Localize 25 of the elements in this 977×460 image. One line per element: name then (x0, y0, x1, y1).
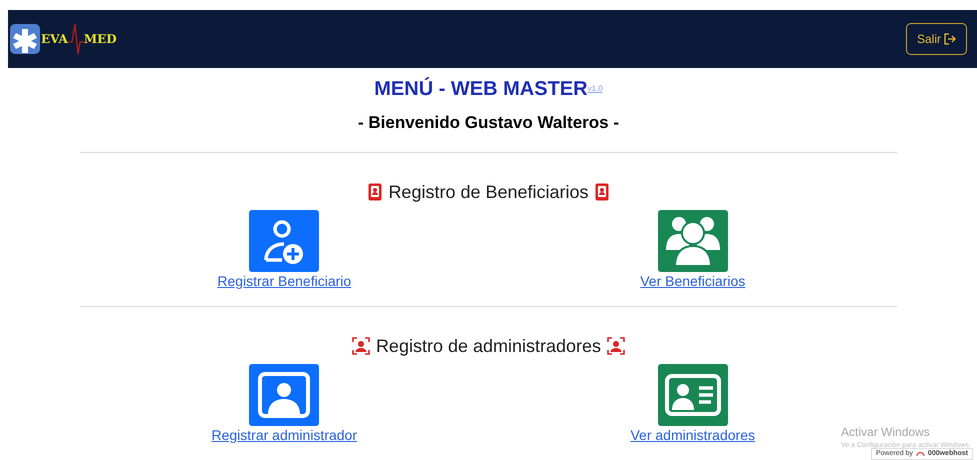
logout-button[interactable]: Salir (906, 23, 967, 55)
action-link[interactable]: Ver Beneficiarios (640, 272, 746, 290)
logout-icon (944, 33, 956, 45)
id-card-icon[interactable] (658, 364, 728, 426)
logo-text: MED (84, 31, 117, 48)
portrait-icon[interactable] (249, 364, 320, 426)
person-frame-icon (607, 337, 626, 355)
action-link[interactable]: Registrar administrador (212, 426, 357, 444)
hosting-logo-icon (916, 451, 925, 457)
person-frame-icon (352, 337, 370, 355)
section-heading: Registro de Beneficiarios (388, 180, 589, 204)
heartbeat-line-icon (68, 22, 84, 56)
version-label: v1.0 (588, 84, 603, 93)
people-icon[interactable] (658, 210, 728, 272)
welcome-text: - Bienvenido Gustavo Walteros - (358, 112, 620, 134)
id-badge-icon (368, 183, 382, 201)
id-badge-icon (594, 183, 609, 201)
person-add-icon[interactable] (249, 210, 320, 272)
action-link[interactable]: Registrar Beneficiario (217, 272, 352, 290)
section-heading: Registro de administradores (376, 334, 602, 358)
logo-text: EVA (41, 31, 68, 48)
action-link[interactable]: Ver administradores (630, 426, 755, 444)
medical-cross-icon (10, 24, 40, 54)
activation-notice-title: Activar Windows (841, 424, 930, 441)
page-title: MENÚ - WEB MASTER$^{v1.0}$ (374, 76, 603, 102)
